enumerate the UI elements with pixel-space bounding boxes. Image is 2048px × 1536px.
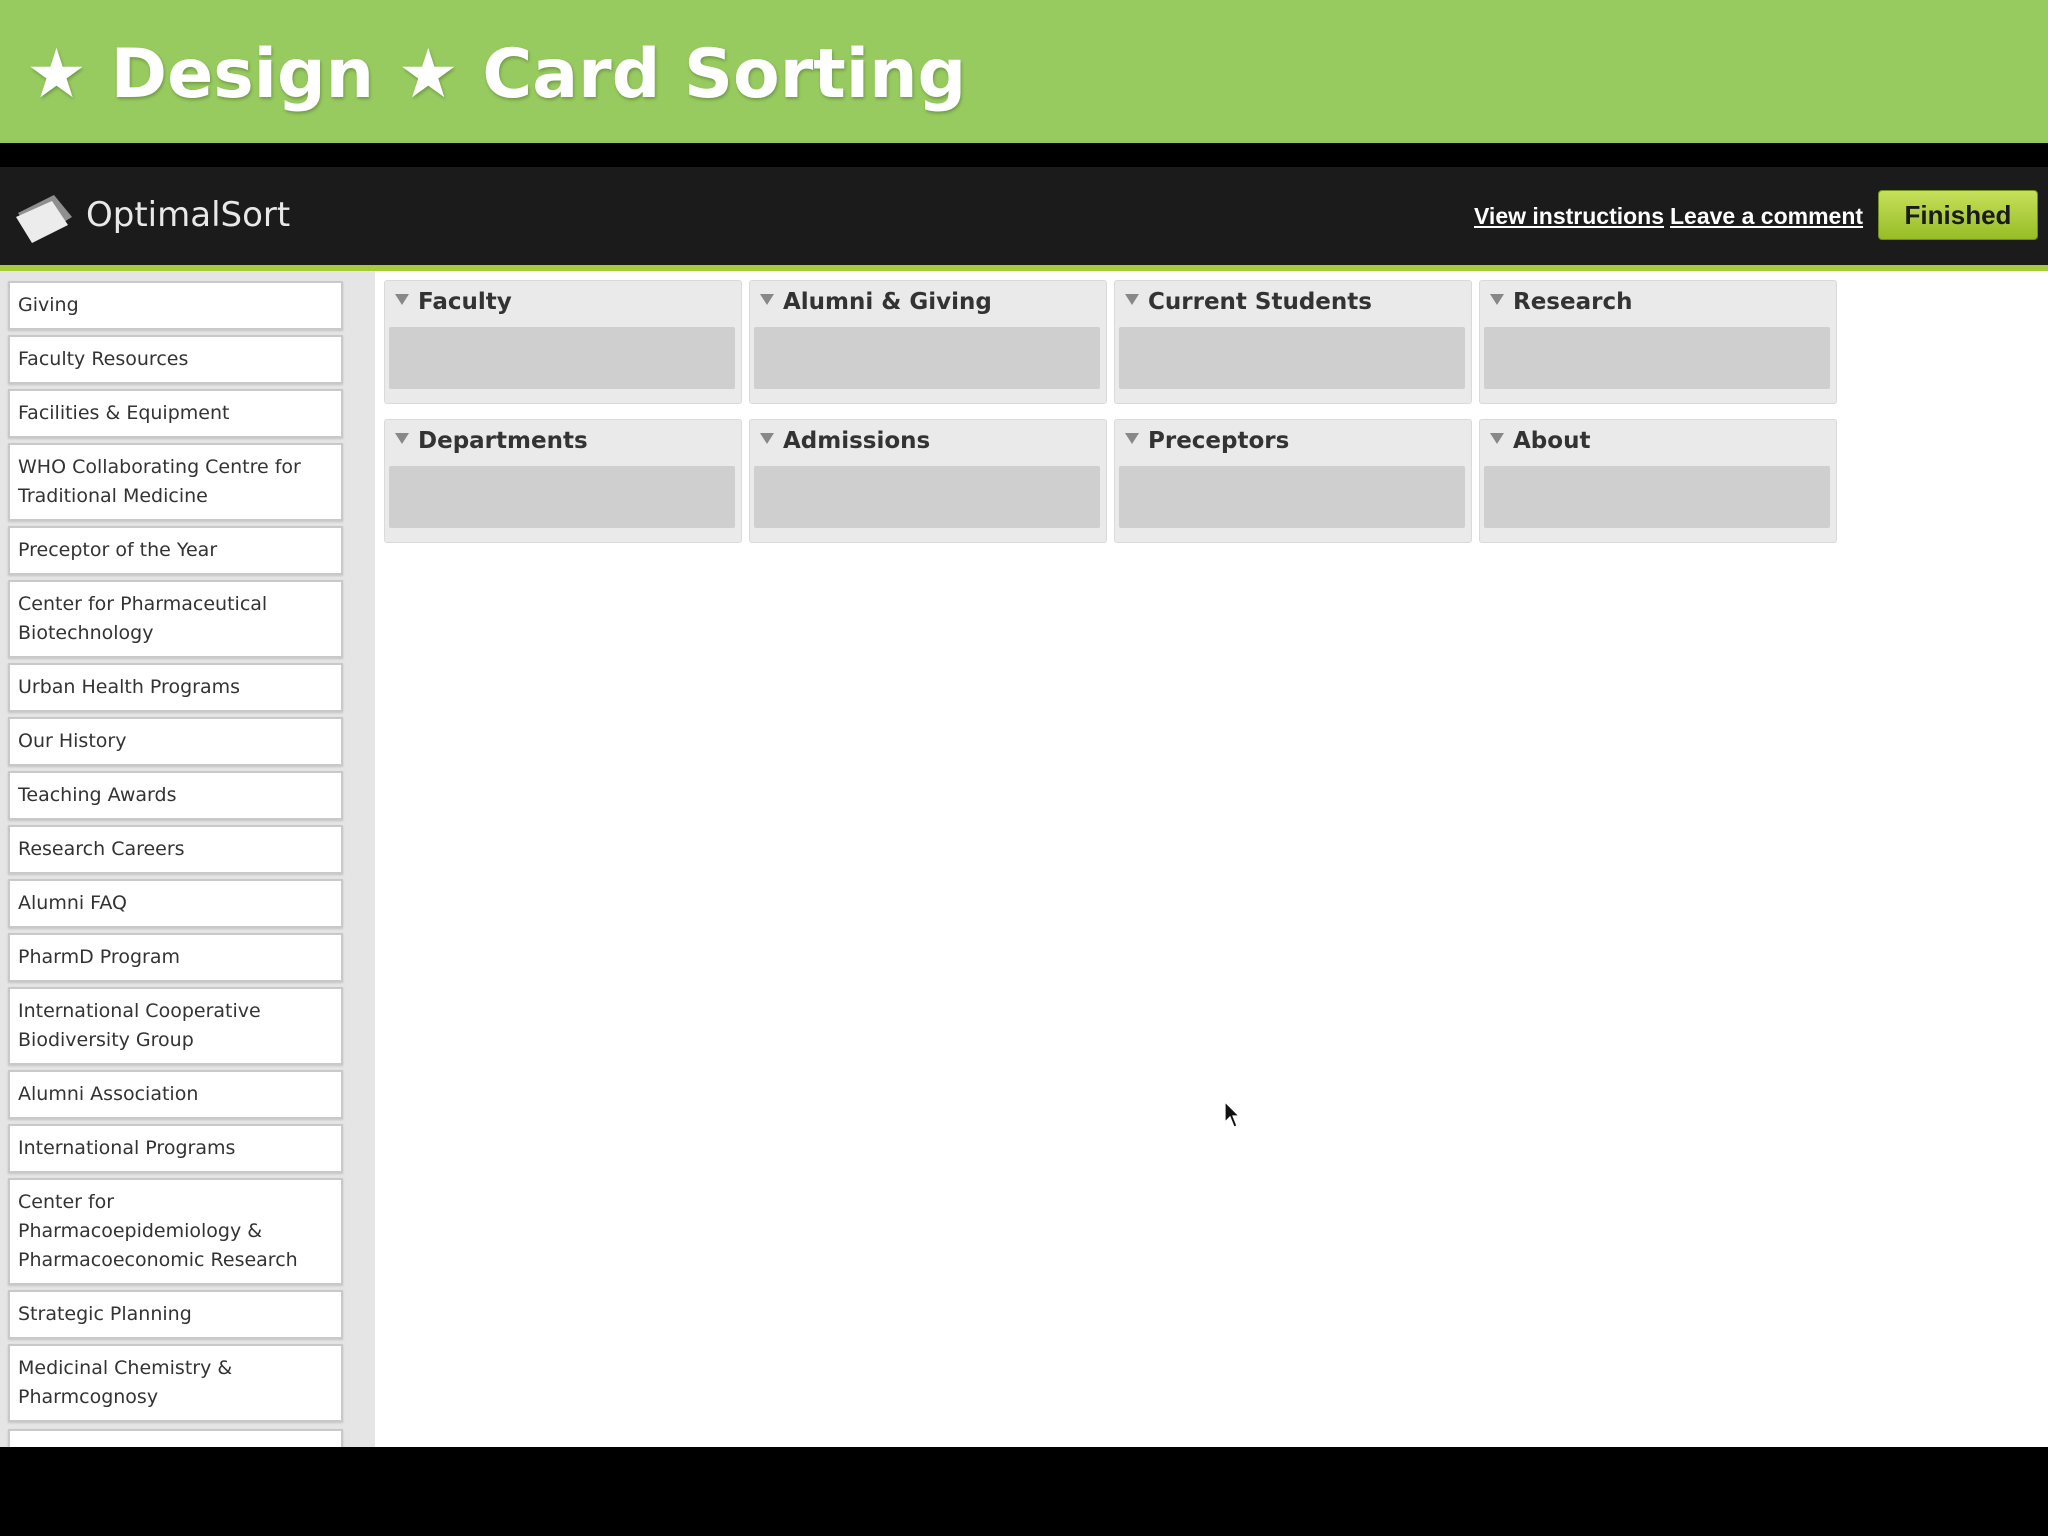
category-research[interactable]: Research — [1479, 280, 1837, 404]
card-giving[interactable]: Giving — [8, 281, 343, 330]
card-research-careers[interactable]: Research Careers — [8, 825, 343, 874]
category-drop-zone[interactable] — [1119, 466, 1465, 528]
collapse-triangle-icon[interactable] — [760, 294, 774, 305]
card-teaching-awards[interactable]: Teaching Awards — [8, 771, 343, 820]
category-title[interactable]: Research — [1513, 287, 1632, 317]
category-title[interactable]: Preceptors — [1148, 426, 1289, 456]
leave-comment-link[interactable]: Leave a comment — [1670, 201, 1863, 231]
category-current-students[interactable]: Current Students — [1114, 280, 1472, 404]
collapse-triangle-icon[interactable] — [395, 433, 409, 444]
card-facilities-equipment[interactable]: Facilities & Equipment — [8, 389, 343, 438]
card-alumni-faq[interactable]: Alumni FAQ — [8, 879, 343, 928]
collapse-triangle-icon[interactable] — [1125, 433, 1139, 444]
card-our-history[interactable]: Our History — [8, 717, 343, 766]
category-title[interactable]: Alumni & Giving — [783, 287, 992, 317]
collapse-triangle-icon[interactable] — [1490, 294, 1504, 305]
category-drop-zone[interactable] — [1119, 327, 1465, 389]
category-about[interactable]: About — [1479, 419, 1837, 543]
card-international-programs[interactable]: International Programs — [8, 1124, 343, 1173]
optimalsort-logo-icon — [16, 195, 72, 243]
category-faculty[interactable]: Faculty — [384, 280, 742, 404]
card-strategic-planning[interactable]: Strategic Planning — [8, 1290, 343, 1339]
card-partial[interactable] — [8, 1429, 343, 1447]
category-drop-zone[interactable] — [389, 466, 735, 528]
category-preceptors[interactable]: Preceptors — [1114, 419, 1472, 543]
card-international-cooperative-biodiversity[interactable]: International Cooperative Biodiversity G… — [8, 987, 343, 1065]
card-pharmd-program[interactable]: PharmD Program — [8, 933, 343, 982]
view-instructions-link[interactable]: View instructions — [1474, 201, 1664, 231]
collapse-triangle-icon[interactable] — [760, 433, 774, 444]
mouse-cursor-icon — [1224, 1101, 1240, 1128]
collapse-triangle-icon[interactable] — [395, 294, 409, 305]
category-title[interactable]: Faculty — [418, 287, 512, 317]
card-urban-health-programs[interactable]: Urban Health Programs — [8, 663, 343, 712]
category-title[interactable]: Current Students — [1148, 287, 1372, 317]
category-drop-zone[interactable] — [389, 327, 735, 389]
card-center-pharmacoepidemiology[interactable]: Center for Pharmacoepidemiology & Pharma… — [8, 1178, 343, 1285]
card-preceptor-of-the-year[interactable]: Preceptor of the Year — [8, 526, 343, 575]
slide-header: ★ Design ★ Card Sorting — [0, 0, 2048, 143]
card-alumni-association[interactable]: Alumni Association — [8, 1070, 343, 1119]
app-logo-text: OptimalSort — [86, 195, 291, 235]
card-faculty-resources[interactable]: Faculty Resources — [8, 335, 343, 384]
category-drop-zone[interactable] — [754, 466, 1100, 528]
category-alumni-giving[interactable]: Alumni & Giving — [749, 280, 1107, 404]
card-who-collaborating-centre[interactable]: WHO Collaborating Centre for Traditional… — [8, 443, 343, 521]
category-drop-zone[interactable] — [1484, 466, 1830, 528]
category-drop-zone[interactable] — [1484, 327, 1830, 389]
category-departments[interactable]: Departments — [384, 419, 742, 543]
slide-title: ★ Design ★ Card Sorting — [26, 35, 967, 114]
category-title[interactable]: About — [1513, 426, 1590, 456]
app-toolbar: OptimalSort View instructions Leave a co… — [0, 167, 2048, 271]
collapse-triangle-icon[interactable] — [1125, 294, 1139, 305]
sorting-workspace: Giving Faculty Resources Facilities & Eq… — [0, 271, 2048, 1447]
category-drop-zone[interactable] — [754, 327, 1100, 389]
card-list[interactable]: Giving Faculty Resources Facilities & Eq… — [0, 271, 375, 1447]
collapse-triangle-icon[interactable] — [1490, 433, 1504, 444]
category-admissions[interactable]: Admissions — [749, 419, 1107, 543]
category-title[interactable]: Admissions — [783, 426, 930, 456]
category-title[interactable]: Departments — [418, 426, 588, 456]
card-medicinal-chemistry[interactable]: Medicinal Chemistry & Pharmcognosy — [8, 1344, 343, 1422]
card-center-pharmaceutical-biotechnology[interactable]: Center for Pharmaceutical Biotechnology — [8, 580, 343, 658]
finished-button[interactable]: Finished — [1878, 190, 2038, 240]
